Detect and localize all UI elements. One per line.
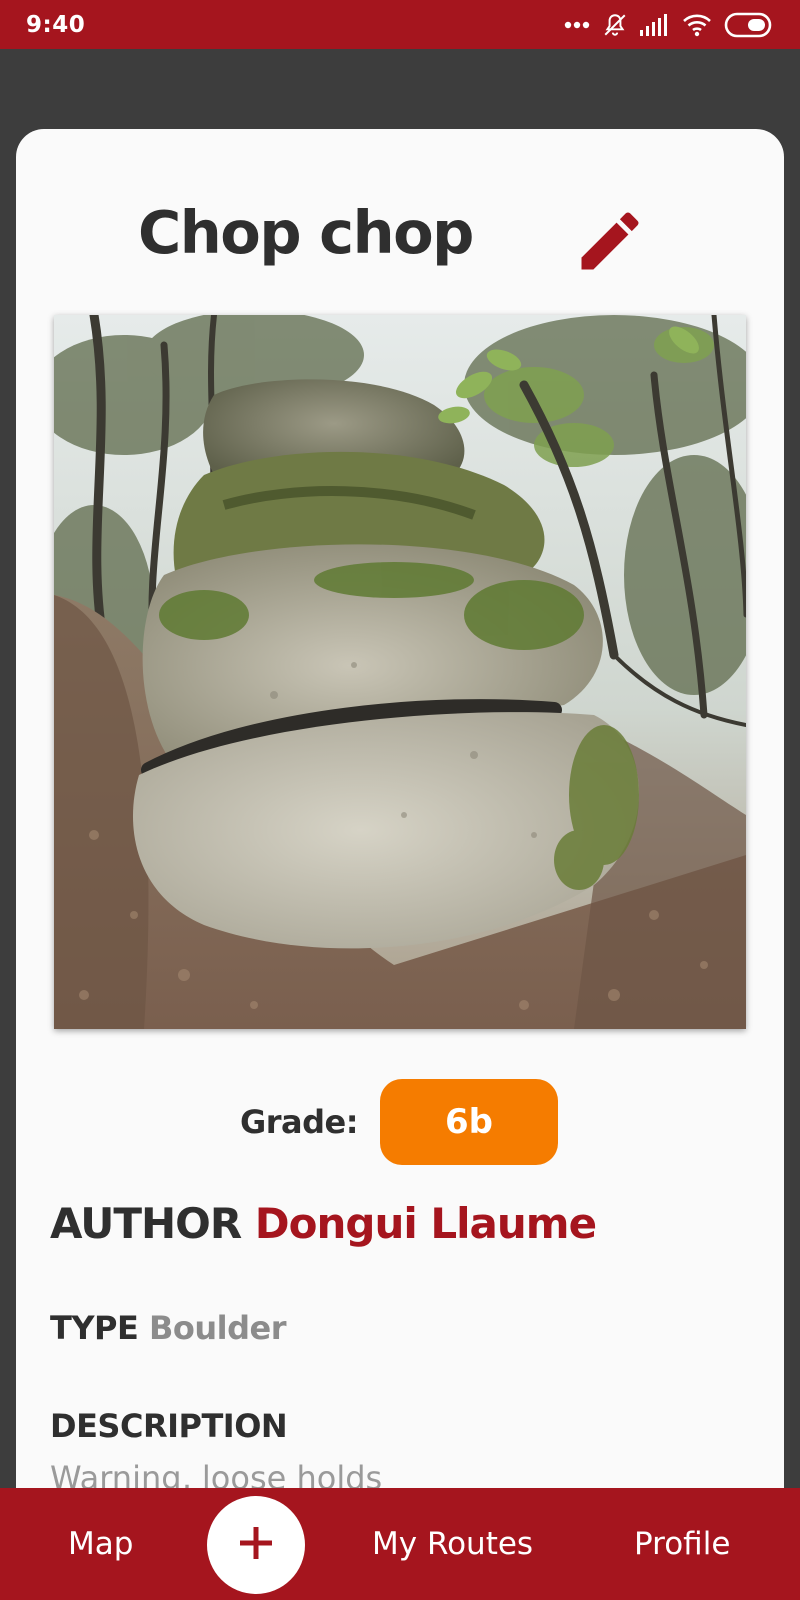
- route-photo: [54, 315, 746, 1029]
- status-bar: 9:40: [0, 0, 800, 49]
- description-label: DESCRIPTION: [50, 1407, 288, 1445]
- route-title: Chop chop: [138, 198, 474, 267]
- bottom-nav: Map My Routes Profile: [0, 1488, 800, 1600]
- grade-label: Grade:: [240, 1103, 359, 1141]
- wifi-icon: [682, 13, 712, 37]
- grade-badge: 6b: [380, 1079, 558, 1165]
- boulder-photo: [54, 315, 746, 1029]
- status-icons: [564, 12, 774, 38]
- plus-icon: [237, 1524, 275, 1566]
- signal-icon: [640, 13, 670, 36]
- pencil-icon: [572, 203, 648, 283]
- nav-profile[interactable]: Profile: [634, 1488, 730, 1600]
- author-line: AUTHOR Dongui Llaume: [50, 1199, 597, 1248]
- route-detail-card: Chop chop Grade: 6b AUTHOR Dongui Llaume…: [16, 129, 784, 1600]
- more-dots-icon: [564, 21, 590, 29]
- bell-off-icon: [602, 12, 628, 38]
- author-label: AUTHOR: [50, 1199, 242, 1248]
- type-value: Boulder: [148, 1309, 287, 1347]
- nav-map[interactable]: Map: [68, 1488, 133, 1600]
- edit-button[interactable]: [570, 203, 650, 283]
- nav-my-routes[interactable]: My Routes: [372, 1488, 533, 1600]
- add-route-button[interactable]: [207, 1496, 305, 1594]
- type-line: TYPE Boulder: [50, 1309, 286, 1347]
- type-label: TYPE: [50, 1309, 139, 1347]
- author-name: Dongui Llaume: [254, 1199, 597, 1248]
- title-row: Chop chop: [16, 185, 784, 281]
- battery-icon: [724, 12, 774, 38]
- grade-row: Grade: 6b: [16, 1079, 784, 1165]
- status-time: 9:40: [26, 11, 86, 38]
